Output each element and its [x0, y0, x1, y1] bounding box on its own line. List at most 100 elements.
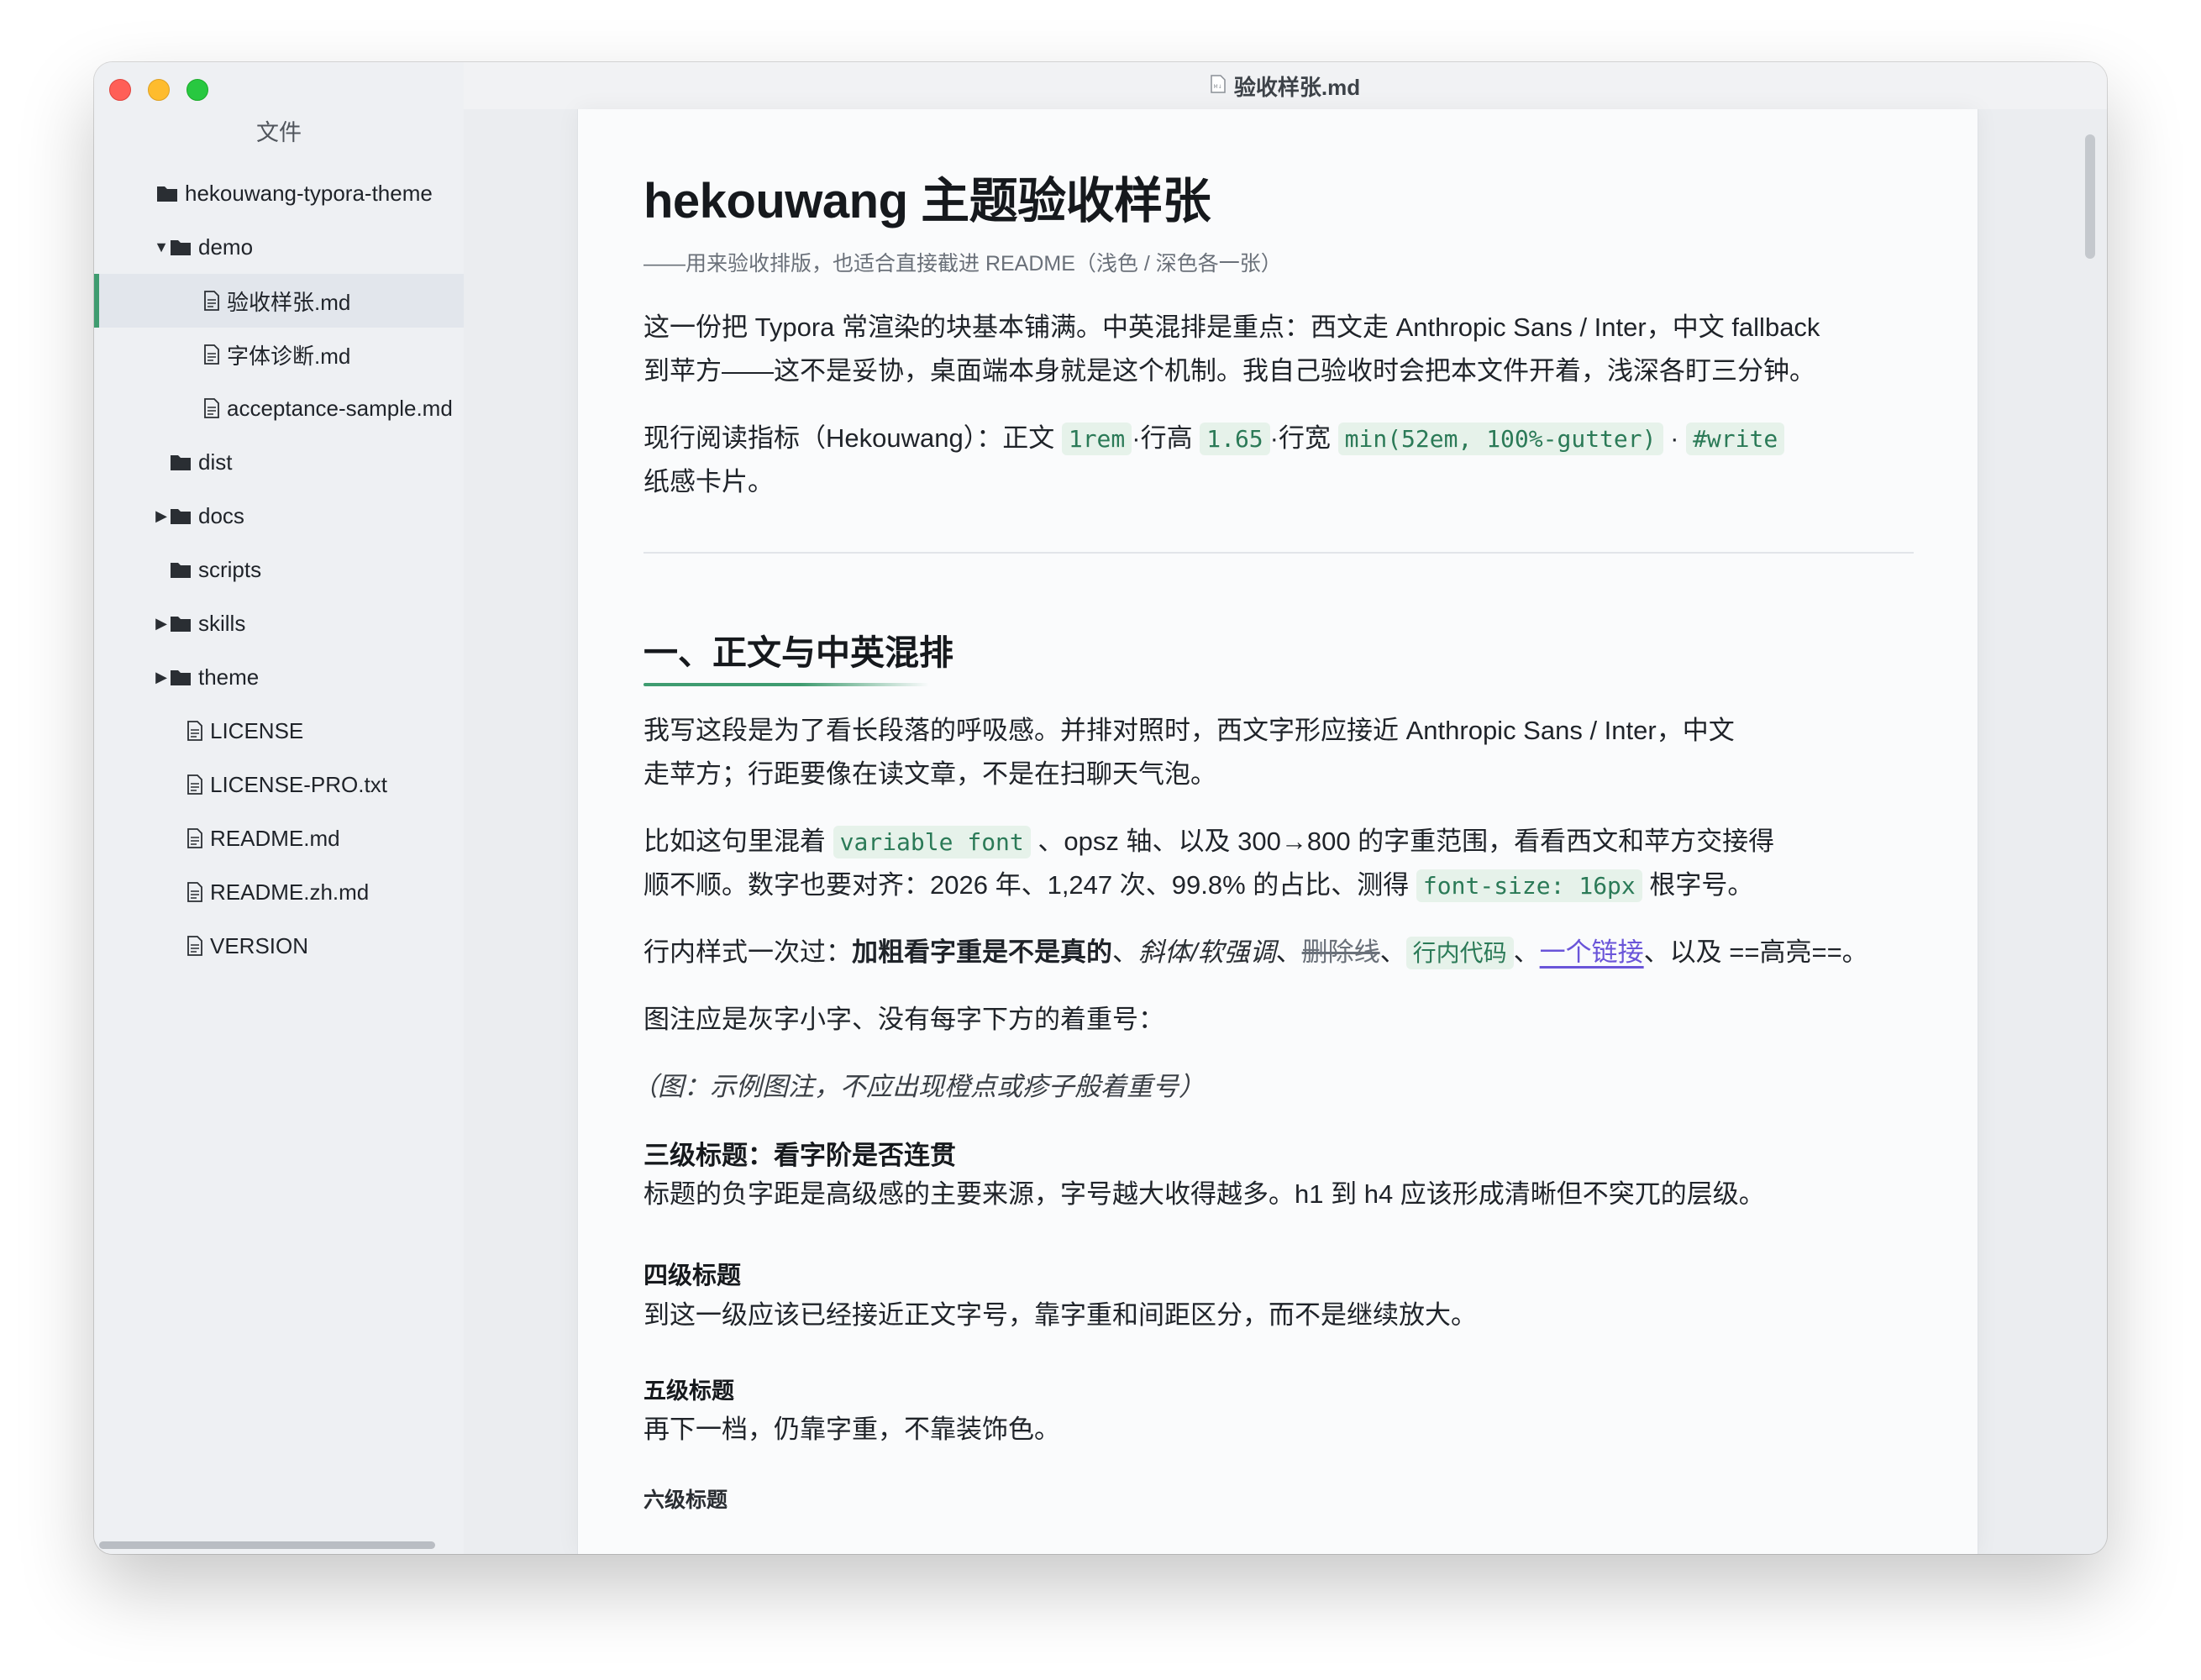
paragraph-metrics: 现行阅读指标（Hekouwang）：正文 1rem ·行高 1.65 ·行宽 min…: [643, 417, 1785, 461]
paragraph-caption-note: 图注应是灰字小字、没有每字下方的着重号：: [643, 1005, 1164, 1034]
paragraph-metrics-line-2: 纸感卡片。: [643, 467, 774, 496]
sidebar-item-label: docs: [198, 502, 244, 528]
sidebar-folder[interactable]: ▼ demo: [94, 220, 464, 274]
caret-right-icon[interactable]: ▶: [153, 615, 170, 633]
sidebar-folder[interactable]: dist: [94, 435, 464, 489]
sidebar-item-label: 验收样张.md: [227, 289, 351, 315]
sidebar-item-label: 字体诊断.md: [227, 343, 351, 369]
heading-4: 四级标题: [643, 1263, 742, 1289]
paragraph-text: 根字号。: [1649, 870, 1754, 900]
heading-6: 六级标题: [643, 1488, 728, 1512]
strikethrough-text: 删除线: [1301, 937, 1380, 967]
file-sidebar: 文件 hekouwang-typora-theme ▼ demo 验收样张.md 字体诊…: [94, 62, 465, 1554]
paragraph-h4-note: 到这一级应该已经接近正文字号，靠字重和间距区分，而不是继续放大。: [643, 1300, 1477, 1330]
paragraph-text: 行内样式一次过：: [643, 937, 852, 967]
sidebar-file[interactable]: acceptance-sample.md: [94, 381, 464, 435]
bold-text: 加粗看字重是不是真的: [852, 937, 1112, 967]
file-icon: [186, 721, 203, 741]
file-icon: [186, 828, 203, 848]
sidebar-item-label: README.md: [210, 825, 340, 851]
figure-caption: （图：示例图注，不应出现橙点或疹子般着重号）: [632, 1072, 1205, 1101]
sidebar-file[interactable]: 验收样张.md: [94, 274, 464, 328]
sidebar-item-label: skills: [198, 610, 246, 636]
zoom-window-button[interactable]: [186, 79, 208, 101]
caret-right-icon[interactable]: ▶: [153, 507, 170, 525]
inline-code: 行内代码: [1405, 937, 1514, 969]
file-icon: [203, 291, 220, 311]
inline-code: variable font: [833, 826, 1031, 858]
metrics-text: ·: [1670, 423, 1679, 453]
paragraph-text: 、opsz 轴、以及 300→800 的字重范围，看看西文和苹方交接得: [1037, 827, 1775, 856]
caret-down-icon[interactable]: ▼: [153, 239, 170, 256]
folder-icon: [170, 238, 192, 256]
editor-area: hekouwang 主题验收样张 ——用来验收排版，也适合直接截进 README…: [464, 109, 2107, 1554]
sidebar-item-label: scripts: [198, 556, 262, 582]
inline-code: min(52em, 100%-gutter): [1337, 423, 1663, 455]
sidebar-item-label: README.zh.md: [210, 879, 370, 905]
file-icon: [186, 774, 203, 795]
heading-1: hekouwang 主题验收样张: [643, 174, 1211, 228]
sidebar-item-label: acceptance-sample.md: [227, 395, 453, 421]
folder-icon: [170, 560, 192, 579]
heading-2: 一、正文与中英混排: [643, 633, 953, 672]
sidebar-folder[interactable]: hekouwang-typora-theme: [94, 166, 464, 220]
window-title: 验收样张.md: [1233, 74, 1361, 100]
folder-icon: [170, 507, 192, 525]
sidebar-file[interactable]: LICENSE: [94, 704, 464, 758]
paragraph-mixed-line-2: 走苹方；行距要像在读文章，不是在扫聊天气泡。: [643, 759, 1216, 789]
folder-icon: [170, 453, 192, 471]
close-window-button[interactable]: [109, 79, 131, 101]
sidebar-file[interactable]: README.zh.md: [94, 865, 464, 919]
sidebar-item-label: LICENSE: [210, 717, 304, 743]
sidebar-folder[interactable]: ▶ docs: [94, 489, 464, 543]
sidebar-folder[interactable]: scripts: [94, 543, 464, 596]
title-bar: M↓ 验收样张.md: [464, 62, 2107, 111]
sidebar-folder[interactable]: ▶ theme: [94, 650, 464, 704]
inline-code: font-size: 16px: [1416, 869, 1642, 902]
sidebar-file[interactable]: 字体诊断.md: [94, 328, 464, 381]
paragraph-intro-line-1: 这一份把 Typora 常渲染的块基本铺满。中英混排是重点：西文走 Anthro…: [643, 312, 1820, 342]
heading-3: 三级标题：看字阶是否连贯: [643, 1141, 956, 1170]
folder-icon: [170, 614, 192, 633]
editor-scrollbar[interactable]: [2085, 134, 2095, 259]
metrics-prefix: 现行阅读指标（Hekouwang）：正文: [643, 423, 1055, 453]
sidebar-item-label: LICENSE-PRO.txt: [210, 771, 387, 797]
paragraph-text: 、: [1275, 937, 1302, 967]
sidebar-file[interactable]: LICENSE-PRO.txt: [94, 758, 464, 811]
write-card: hekouwang 主题验收样张 ——用来验收排版，也适合直接截进 README…: [577, 109, 1978, 1554]
sidebar-scrollbar[interactable]: [99, 1541, 435, 1549]
paragraph-text: 、以及 ==高亮==。: [1643, 937, 1868, 967]
subtitle: ——用来验收排版，也适合直接截进 README（浅色 / 深色各一张）: [643, 252, 1282, 276]
sidebar-item-label: VERSION: [210, 932, 309, 958]
paragraph-intro-line-2: 到苹方——这不是妥协，桌面端本身就是这个机制。我自己验收时会把本文件开着，浅深各…: [643, 356, 1815, 386]
paragraph-text: 顺不顺。数字也要对齐：2026 年、1,247 次、99.8% 的占比、测得: [643, 870, 1410, 900]
sidebar-title: 文件: [256, 120, 302, 145]
paragraph-inline-styles: 行内样式一次过：加粗看字重是不是真的、斜体/软强调、删除线、 行内代码 、一个链接、…: [643, 931, 1868, 975]
sidebar-item-label: dist: [198, 449, 233, 475]
paragraph-h5-note: 再下一档，仍靠字重，不靠装饰色。: [643, 1415, 1060, 1444]
inline-code: 1.65: [1200, 423, 1270, 455]
sidebar-item-label: demo: [198, 234, 254, 260]
app-window: 文件 hekouwang-typora-theme ▼ demo 验收样张.md 字体诊…: [94, 62, 2107, 1554]
file-tree: hekouwang-typora-theme ▼ demo 验收样张.md 字体诊断.m…: [94, 166, 464, 973]
file-icon: [186, 936, 203, 956]
paragraph-text: 、: [1379, 937, 1406, 967]
inline-link[interactable]: 一个链接: [1540, 937, 1644, 967]
markdown-file-icon: M↓: [1211, 74, 1226, 97]
paragraph-mixed-line-1: 我写这段是为了看长段落的呼吸感。并排对照时，西文字形应接近 Anthropic …: [643, 716, 1735, 745]
caret-right-icon[interactable]: ▶: [153, 669, 170, 686]
inline-code: 1rem: [1061, 423, 1132, 455]
paragraph-heading-scale: 标题的负字距是高级感的主要来源，字号越大收得越多。h1 到 h4 应该形成清晰但…: [643, 1179, 1765, 1209]
paragraph-variable-font: 比如这句里混着 variable font 、opsz 轴、以及 300→800…: [643, 820, 1774, 864]
minimize-window-button[interactable]: [148, 79, 170, 101]
file-icon: [203, 398, 220, 418]
paragraph-text: 、: [1513, 937, 1540, 967]
file-icon: [203, 344, 220, 365]
italic-text: 斜体/软强调: [1138, 937, 1276, 967]
window-controls: [109, 79, 208, 101]
sidebar-file[interactable]: VERSION: [94, 919, 464, 973]
sidebar-folder[interactable]: ▶ skills: [94, 596, 464, 650]
folder-icon: [156, 184, 178, 202]
sidebar-file[interactable]: README.md: [94, 811, 464, 865]
heading-5: 五级标题: [643, 1378, 734, 1404]
